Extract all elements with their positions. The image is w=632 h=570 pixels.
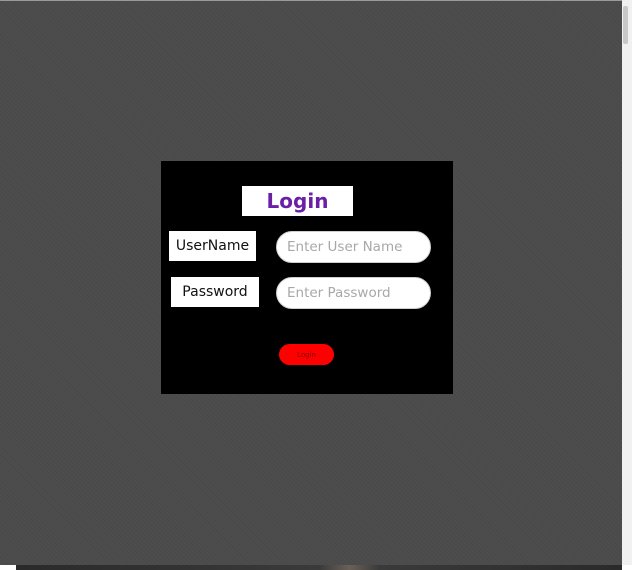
vertical-scrollbar[interactable] [622, 0, 632, 565]
login-title-box: Login [242, 186, 353, 216]
bottom-edge-strip [16, 565, 622, 570]
username-input[interactable] [276, 231, 431, 263]
password-input[interactable] [276, 277, 431, 309]
login-button[interactable]: Login [279, 344, 334, 365]
login-title: Login [266, 189, 329, 213]
page-viewport: Login UserName Password Login [0, 0, 622, 565]
scrollbar-thumb[interactable] [623, 6, 628, 44]
username-label: UserName [169, 231, 256, 261]
password-label: Password [171, 277, 259, 307]
login-panel: Login UserName Password Login [161, 161, 453, 394]
